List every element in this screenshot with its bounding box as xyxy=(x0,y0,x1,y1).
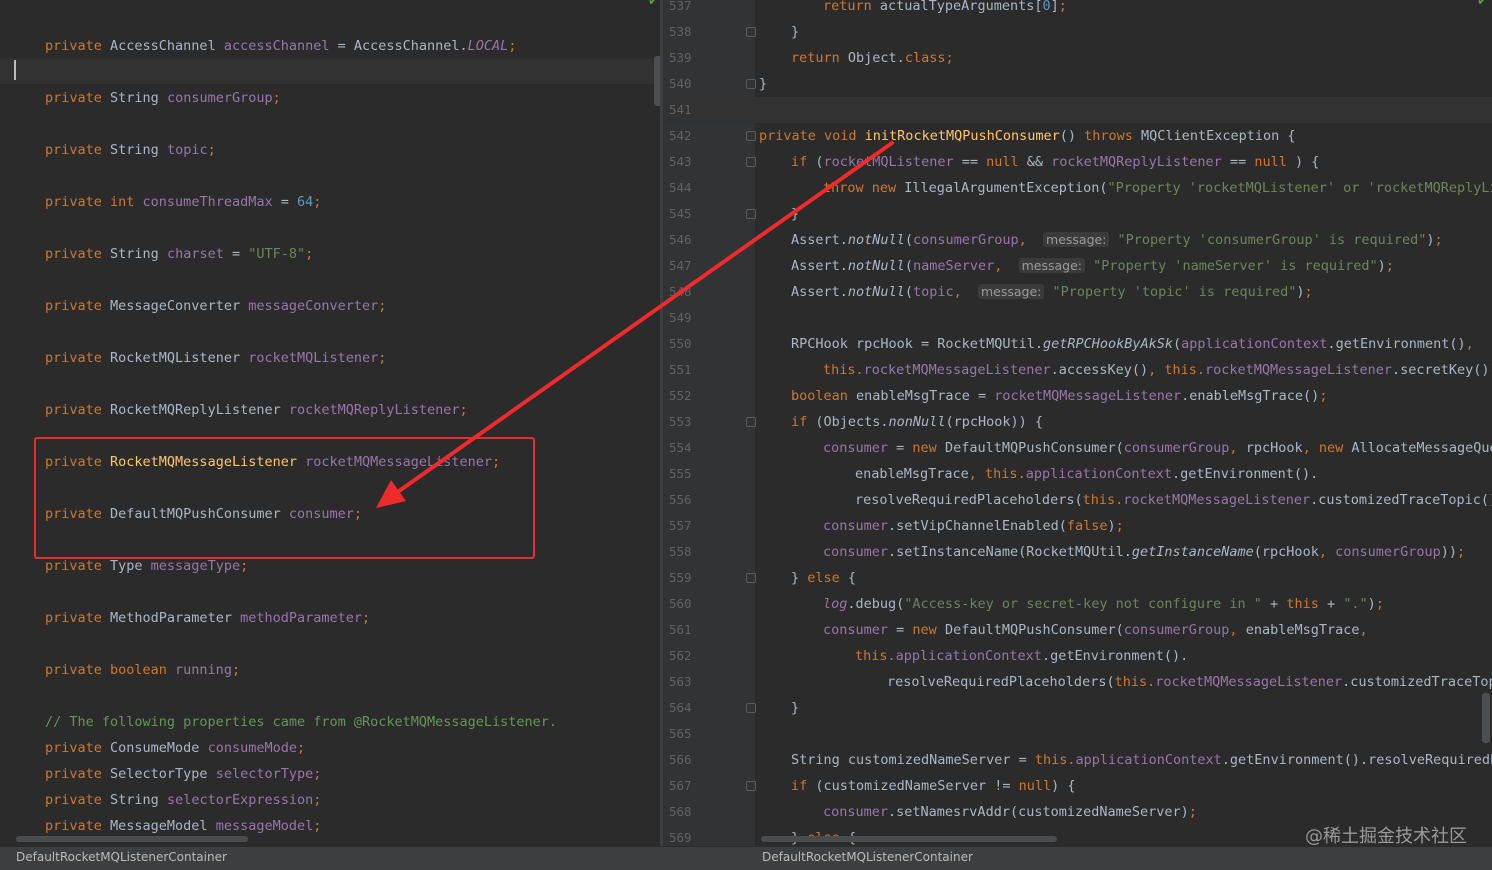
arrow-annotation xyxy=(376,141,894,508)
watermark: @稀土掘金技术社区 xyxy=(1305,826,1467,847)
